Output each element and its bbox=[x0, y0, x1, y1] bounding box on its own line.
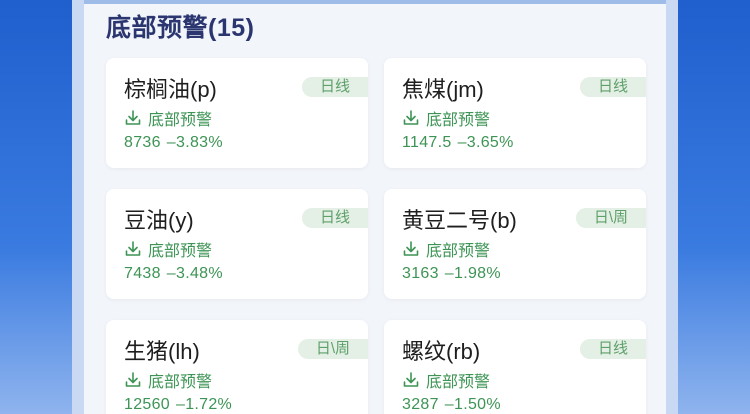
change-value: –1.98% bbox=[444, 265, 501, 282]
alert-card-palm-oil[interactable]: 棕榈油(p) 日线 底部预警 8736 –3.83% bbox=[106, 58, 368, 168]
download-arrow-icon bbox=[125, 372, 141, 387]
alert-label: 底部预警 bbox=[148, 112, 213, 129]
download-arrow-icon bbox=[125, 110, 141, 125]
alert-label: 底部预警 bbox=[426, 112, 491, 129]
contract-name: 焦煤(jm) bbox=[402, 77, 484, 102]
alert-row: 底部预警 bbox=[124, 368, 212, 392]
price-value: 3287 bbox=[402, 396, 439, 413]
alert-row: 底部预警 bbox=[124, 237, 212, 261]
download-arrow-icon bbox=[403, 241, 419, 256]
alert-label: 底部预警 bbox=[426, 243, 491, 260]
price-change: 3163 –1.98% bbox=[402, 265, 501, 283]
alert-card-soybean-no2[interactable]: 黄豆二号(b) 日\周 底部预警 3163 –1.98% bbox=[384, 189, 646, 299]
alert-row: 底部预警 bbox=[402, 368, 490, 392]
alert-card-soybean-oil[interactable]: 豆油(y) 日线 底部预警 7438 –3.48% bbox=[106, 189, 368, 299]
alert-card-rebar[interactable]: 螺纹(rb) 日线 底部预警 3287 –1.50% bbox=[384, 320, 646, 414]
contract-name: 生猪(lh) bbox=[124, 339, 200, 364]
alert-card-coking-coal[interactable]: 焦煤(jm) 日线 底部预警 1147.5 –3.65% bbox=[384, 58, 646, 168]
price-change: 1147.5 –3.65% bbox=[402, 134, 514, 152]
contract-name: 黄豆二号(b) bbox=[402, 208, 517, 233]
timeframe-tag: 日线 bbox=[301, 208, 368, 228]
change-value: –1.50% bbox=[444, 396, 501, 413]
price-change: 12560 –1.72% bbox=[124, 396, 232, 414]
alert-label: 底部预警 bbox=[426, 374, 491, 391]
panel-top-border bbox=[84, 0, 666, 4]
price-value: 8736 bbox=[124, 134, 161, 151]
change-value: –3.65% bbox=[457, 134, 514, 151]
download-arrow-icon bbox=[403, 372, 419, 387]
contract-name: 豆油(y) bbox=[124, 208, 194, 233]
alert-card-live-hog[interactable]: 生猪(lh) 日\周 底部预警 12560 –1.72% bbox=[106, 320, 368, 414]
price-change: 3287 –1.50% bbox=[402, 396, 501, 414]
timeframe-tag: 日\周 bbox=[297, 339, 368, 359]
price-value: 12560 bbox=[124, 396, 170, 413]
timeframe-tag: 日\周 bbox=[575, 208, 646, 228]
timeframe-tag: 日线 bbox=[579, 77, 646, 97]
alert-label: 底部预警 bbox=[148, 243, 213, 260]
price-value: 7438 bbox=[124, 265, 161, 282]
section-title: 底部预警(15) bbox=[106, 14, 255, 42]
alert-row: 底部预警 bbox=[402, 237, 490, 261]
timeframe-tag: 日线 bbox=[579, 339, 646, 359]
timeframe-tag: 日线 bbox=[301, 77, 368, 97]
alert-panel: 底部预警(15) 棕榈油(p) 日线 底部预警 8736 –3.83% 焦煤(jm… bbox=[84, 0, 666, 414]
contract-name: 棕榈油(p) bbox=[124, 77, 217, 102]
change-value: –3.48% bbox=[166, 265, 223, 282]
background-right bbox=[678, 0, 750, 414]
change-value: –1.72% bbox=[176, 396, 233, 413]
download-arrow-icon bbox=[403, 110, 419, 125]
price-change: 7438 –3.48% bbox=[124, 265, 223, 283]
price-value: 1147.5 bbox=[402, 134, 452, 151]
alert-row: 底部预警 bbox=[402, 106, 490, 130]
contract-name: 螺纹(rb) bbox=[402, 339, 481, 364]
alert-row: 底部预警 bbox=[124, 106, 212, 130]
price-value: 3163 bbox=[402, 265, 439, 282]
change-value: –3.83% bbox=[166, 134, 223, 151]
alert-label: 底部预警 bbox=[148, 374, 213, 391]
download-arrow-icon bbox=[125, 241, 141, 256]
price-change: 8736 –3.83% bbox=[124, 134, 223, 152]
background-left bbox=[0, 0, 72, 414]
